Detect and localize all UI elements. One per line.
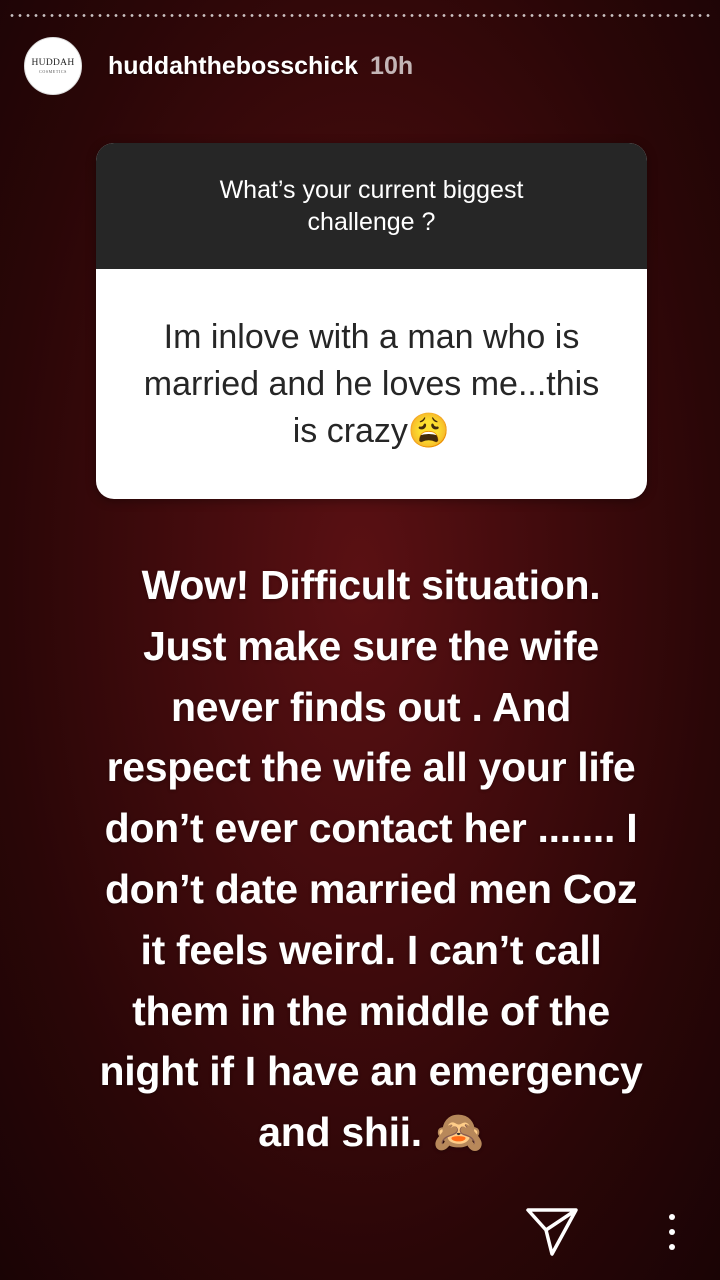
timestamp: 10h bbox=[370, 51, 414, 80]
username-link[interactable]: huddahthebosschick bbox=[108, 52, 358, 81]
story-header: HUDDAH COSMETICS huddahthebosschick 10h bbox=[24, 36, 413, 96]
story-progress-bar bbox=[8, 14, 712, 18]
question-text: What’s your current biggest challenge ? bbox=[96, 143, 647, 269]
story-reply-text: Wow! Difficult situation. Just make sure… bbox=[99, 562, 643, 1156]
question-answer-text: Im inlove with a man who is married and … bbox=[143, 317, 600, 450]
more-options-button[interactable] bbox=[660, 1212, 684, 1252]
more-dot bbox=[669, 1229, 675, 1235]
avatar-logo-subtext: COSMETICS bbox=[39, 69, 67, 74]
avatar[interactable]: HUDDAH COSMETICS bbox=[24, 37, 82, 95]
send-message-button[interactable] bbox=[525, 1206, 579, 1258]
more-dot bbox=[669, 1214, 675, 1220]
story-viewer[interactable]: HUDDAH COSMETICS huddahthebosschick 10h … bbox=[0, 0, 720, 1280]
more-dot bbox=[669, 1244, 675, 1250]
paper-plane-icon bbox=[526, 1208, 578, 1256]
progress-segment bbox=[8, 14, 712, 17]
avatar-logo-text: HUDDAH bbox=[31, 58, 75, 68]
question-sticker: What’s your current biggest challenge ? … bbox=[96, 143, 647, 499]
